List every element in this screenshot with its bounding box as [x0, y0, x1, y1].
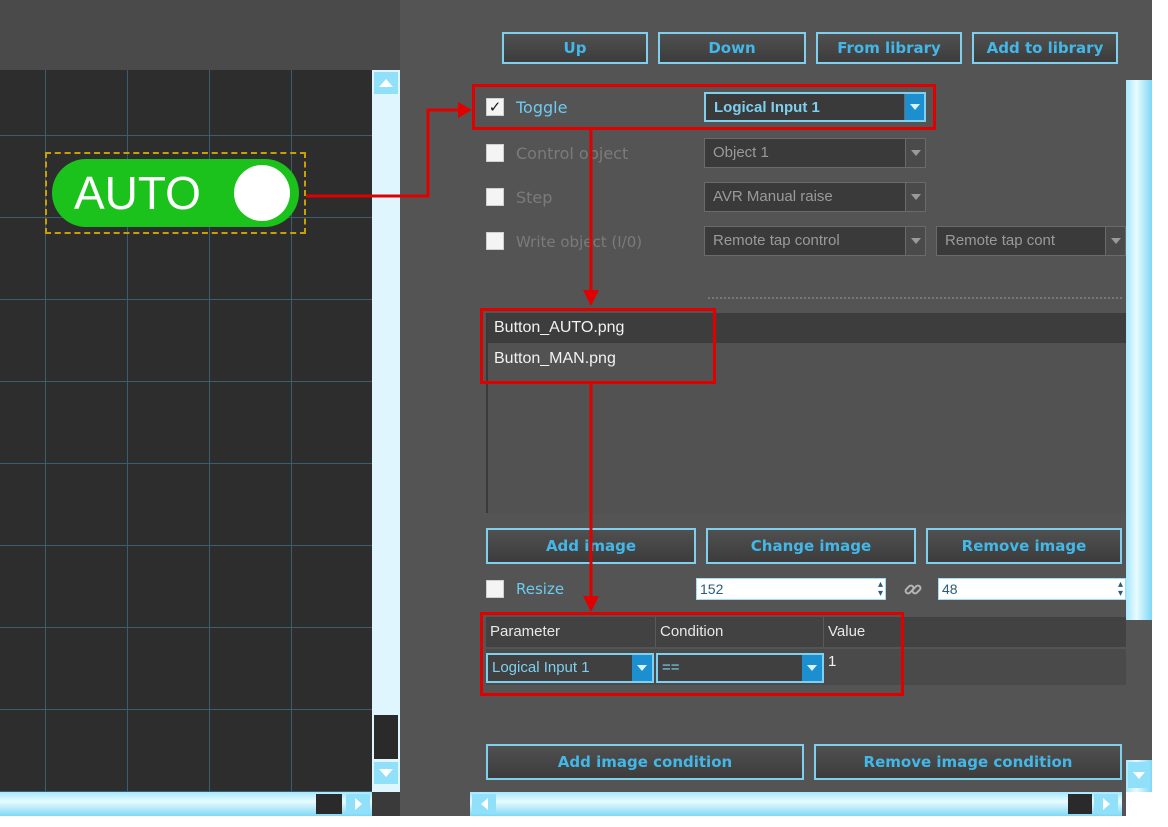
- annotation-arrows: [306, 102, 599, 612]
- arrowhead-icon: [583, 290, 599, 306]
- arrowhead-icon: [458, 102, 472, 118]
- arrowhead-icon: [583, 596, 599, 612]
- arrow-widget-to-toggle: [306, 108, 462, 198]
